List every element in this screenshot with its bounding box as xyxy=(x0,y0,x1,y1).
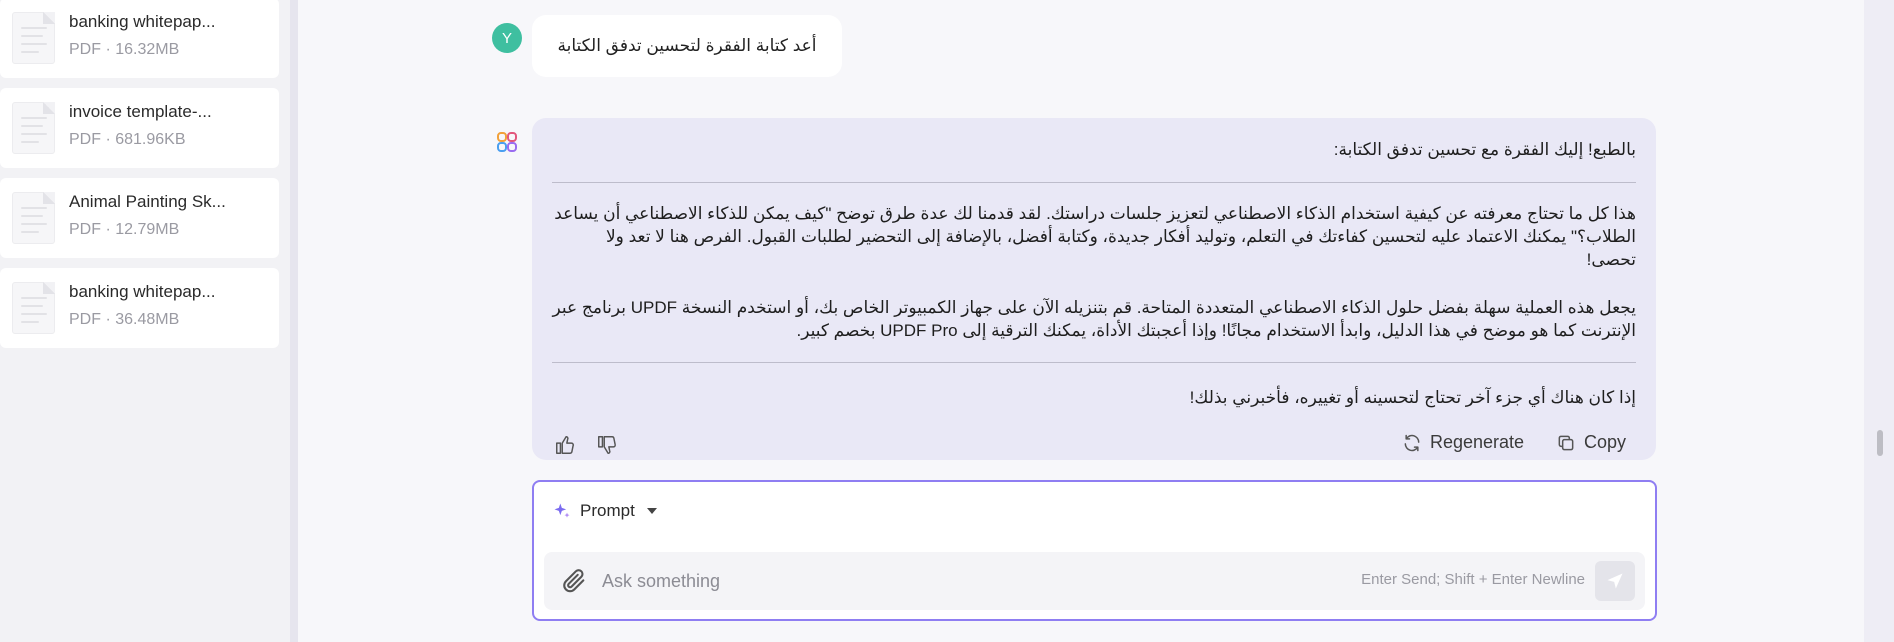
chat-scrollbar-thumb[interactable] xyxy=(1877,430,1883,456)
file-meta: PDF · 681.96KB xyxy=(69,131,186,148)
input-hint: Enter Send; Shift + Enter Newline xyxy=(1361,571,1585,588)
pdf-file-icon xyxy=(12,102,55,154)
file-item[interactable]: Animal Painting Sk... PDF · 12.79MB xyxy=(0,178,279,258)
ask-input-area: Enter Send; Shift + Enter Newline xyxy=(544,552,1645,610)
chevron-down-icon xyxy=(646,508,657,514)
thumbs-down-icon[interactable] xyxy=(596,434,618,456)
file-name: banking whitepap... xyxy=(69,282,216,301)
pdf-file-icon xyxy=(12,282,55,334)
ai-divider xyxy=(552,362,1636,363)
refresh-icon xyxy=(1404,434,1420,451)
file-meta: PDF · 36.48MB xyxy=(69,311,180,328)
user-message: أعد كتابة الفقرة لتحسين تدفق الكتابة xyxy=(532,15,842,77)
file-name: banking whitepap... xyxy=(69,12,216,31)
file-item[interactable]: invoice template-... PDF · 681.96KB xyxy=(0,88,279,168)
file-meta: PDF · 12.79MB xyxy=(69,221,180,238)
pdf-file-icon xyxy=(12,192,55,244)
thumbs-up-icon[interactable] xyxy=(554,434,576,456)
send-icon xyxy=(1607,573,1623,589)
file-meta: PDF · 16.32MB xyxy=(69,41,180,58)
file-name: Animal Painting Sk... xyxy=(69,192,226,211)
chat-input-box: Prompt Enter Send; Shift + Enter Newline xyxy=(532,480,1657,621)
file-item[interactable]: banking whitepap... PDF · 36.48MB xyxy=(0,268,279,348)
sparkle-icon xyxy=(554,503,570,518)
regenerate-button[interactable]: Regenerate xyxy=(1402,432,1524,453)
regenerate-label: Regenerate xyxy=(1430,432,1525,452)
file-sidebar: banking whitepap... PDF · 16.32MB invoic… xyxy=(0,0,290,642)
ai-paragraph-2: يجعل هذه العملية سهلة بفضل حلول الذكاء ا… xyxy=(552,298,1636,340)
panel-divider[interactable] xyxy=(290,0,298,642)
ai-outro: إذا كان هناك أي جزء آخر تحتاج لتحسينه أو… xyxy=(1189,388,1636,407)
pdf-file-icon xyxy=(12,12,55,64)
prompt-label: Prompt xyxy=(580,501,635,520)
ask-input[interactable] xyxy=(602,552,1302,610)
ai-divider xyxy=(552,182,1636,183)
ai-intro: بالطبع! إليك الفقرة مع تحسين تدفق الكتاب… xyxy=(1333,140,1636,159)
prompt-selector[interactable]: Prompt xyxy=(534,482,1655,540)
user-avatar: Y xyxy=(492,23,522,53)
copy-label: Copy xyxy=(1584,432,1627,452)
file-name: invoice template-... xyxy=(69,102,212,121)
file-item[interactable]: banking whitepap... PDF · 16.32MB xyxy=(0,0,279,78)
updf-ai-icon xyxy=(497,132,517,152)
send-button[interactable] xyxy=(1595,561,1635,601)
paperclip-icon[interactable] xyxy=(560,567,588,595)
copy-icon xyxy=(1558,435,1574,450)
copy-button[interactable]: Copy xyxy=(1556,432,1626,453)
ai-paragraph-1: هذا كل ما تحتاج معرفته عن كيفية استخدام … xyxy=(554,204,1636,269)
ai-response: بالطبع! إليك الفقرة مع تحسين تدفق الكتاب… xyxy=(532,118,1656,460)
